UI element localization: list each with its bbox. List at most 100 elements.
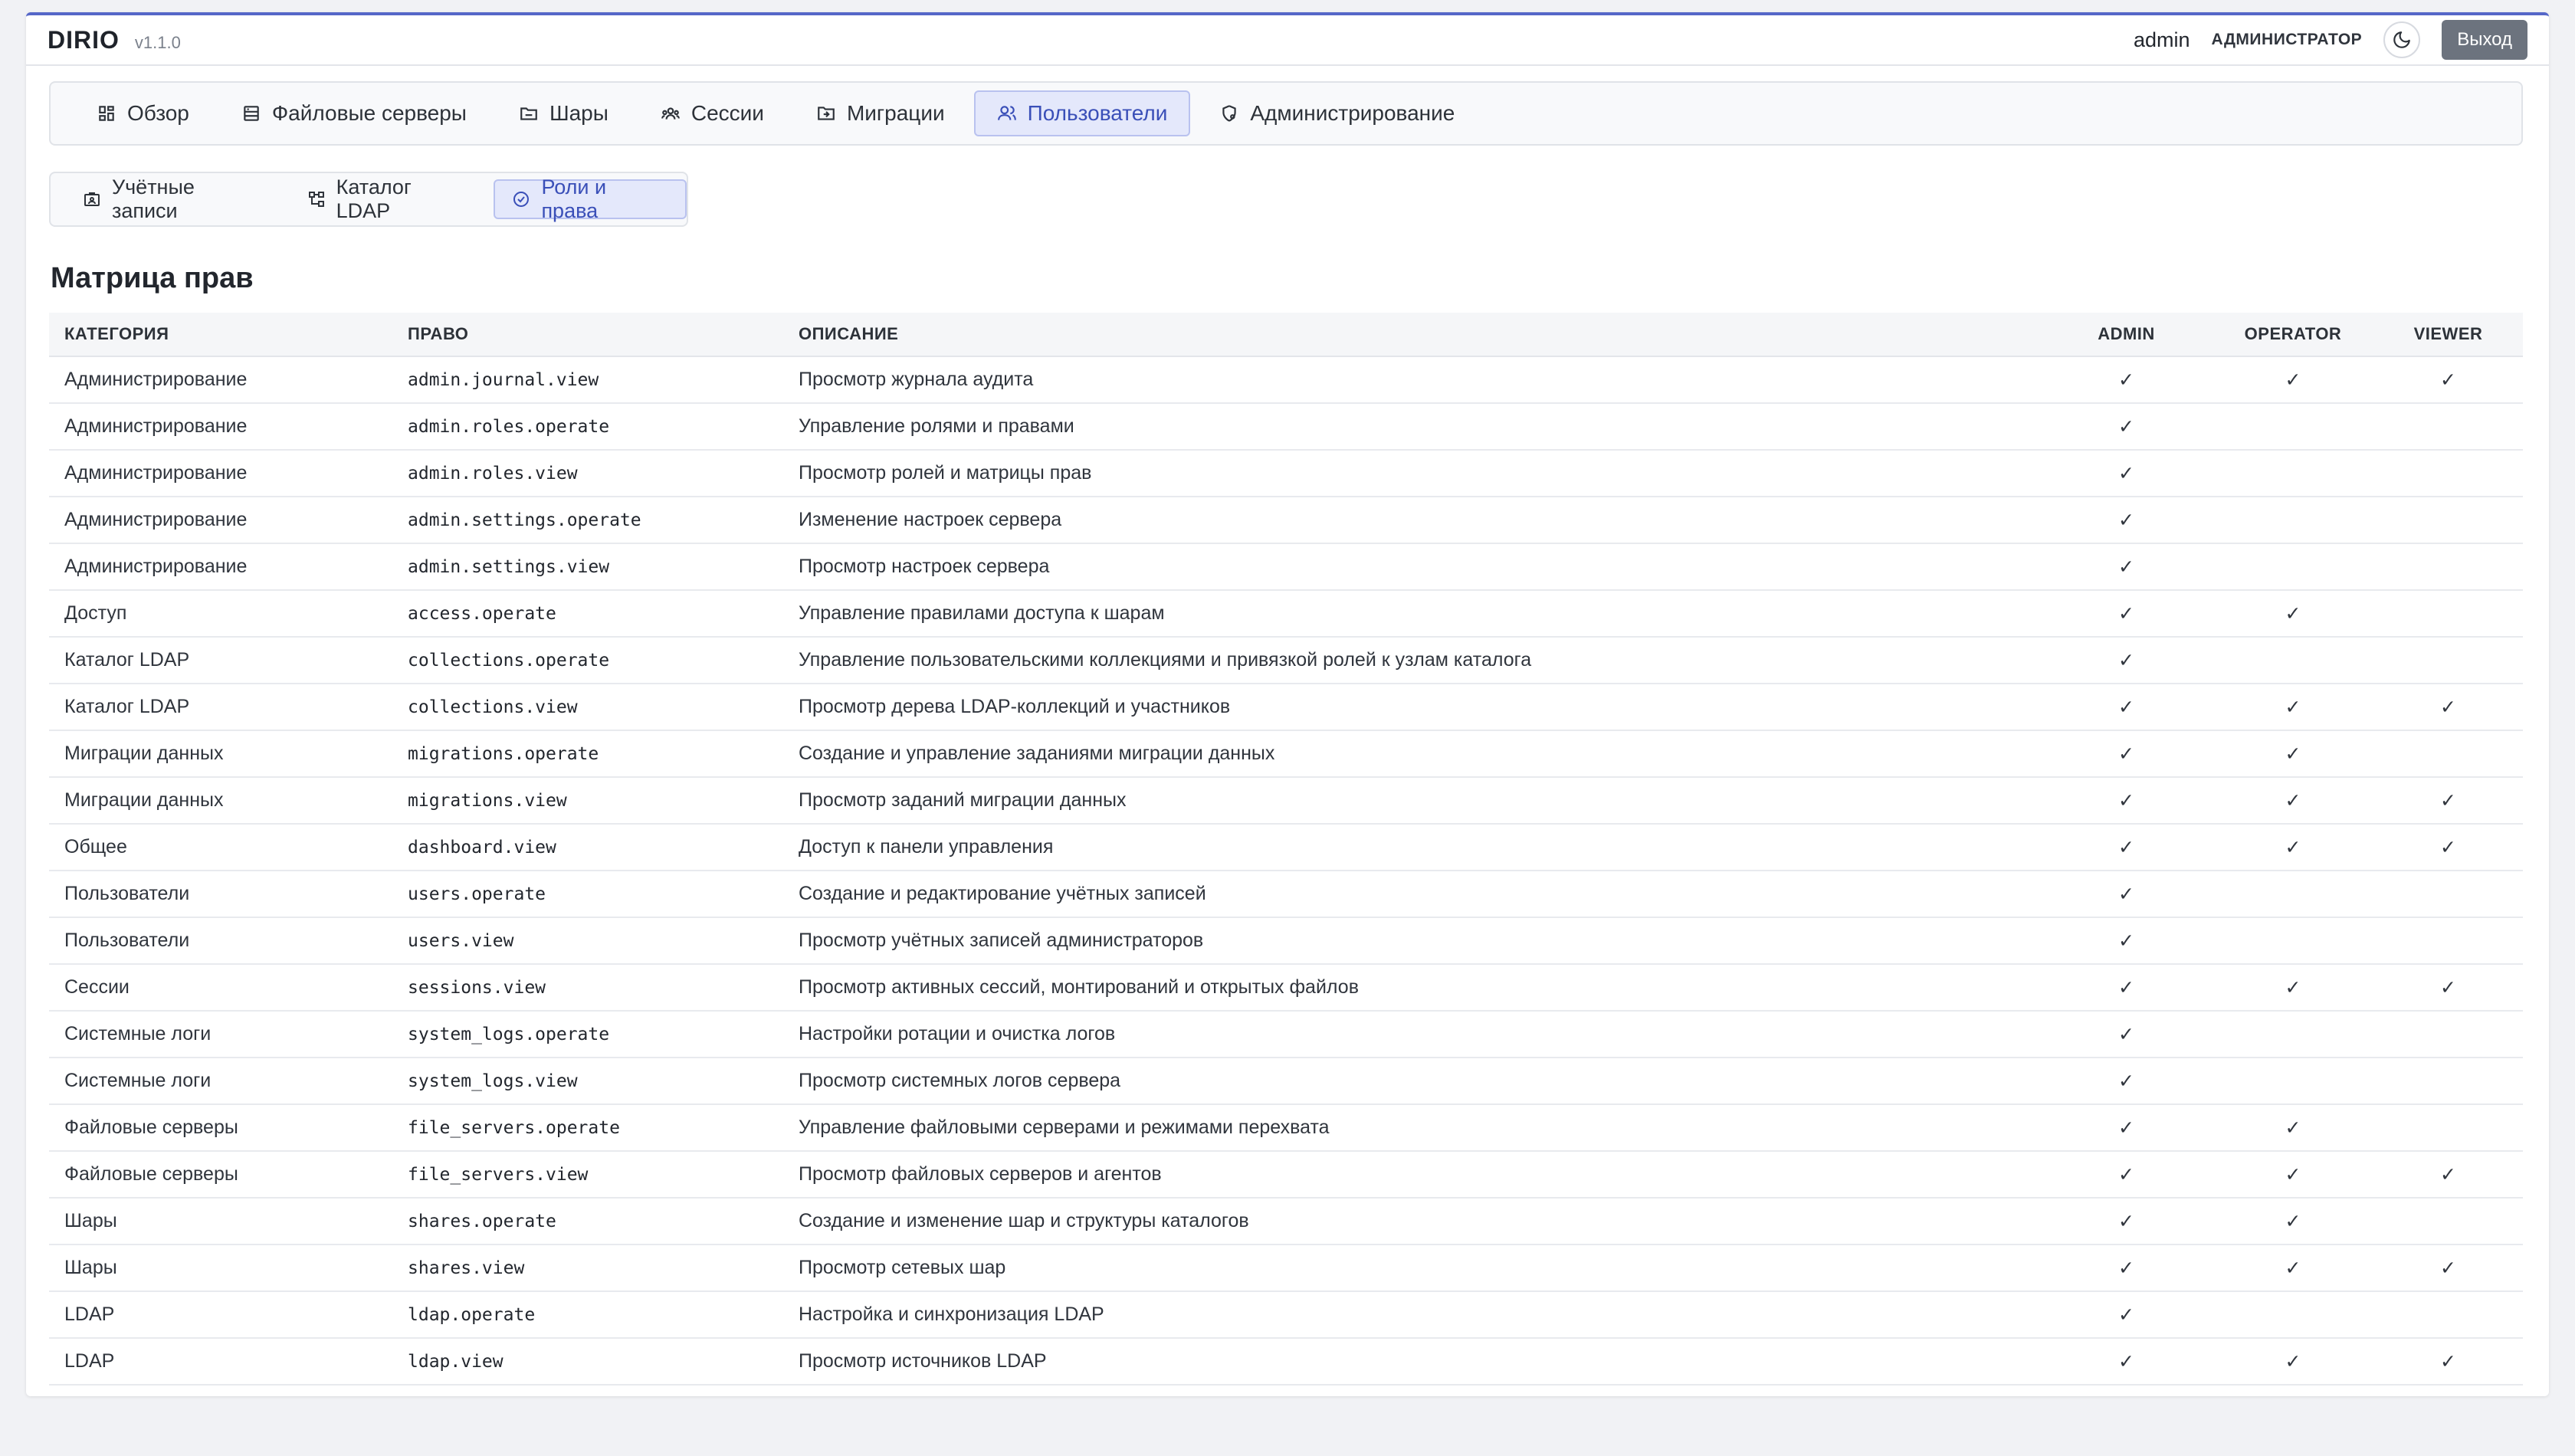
check-mark-icon: ✓	[2118, 509, 2134, 531]
viewer-permission-cell: ✓	[2373, 1338, 2523, 1385]
category-cell: Доступ	[49, 590, 392, 638]
description-cell: Управление ролями и правами	[783, 403, 2040, 451]
brand-name[interactable]: DIRIO	[48, 26, 120, 54]
category-cell: Миграции данных	[49, 730, 392, 778]
operator-permission-cell	[2213, 1058, 2373, 1105]
permission-cell: shares.operate	[392, 1198, 783, 1245]
subtab-roles[interactable]: Роли и права	[494, 175, 687, 222]
user-role-badge: АДМИНИСТРАТОР	[2211, 31, 2363, 48]
tab-sessions[interactable]: Сессии	[638, 90, 787, 136]
viewer-permission-cell: ✓	[2373, 1244, 2523, 1292]
check-mark-icon: ✓	[2118, 743, 2134, 765]
column-header-category: КАТЕГОРИЯ	[49, 313, 392, 357]
table-row: Шары shares.view Просмотр сетевых шар ✓ ✓ ✓	[49, 1244, 2523, 1292]
tab-label: Шары	[549, 101, 608, 125]
check-mark-icon: ✓	[2440, 1350, 2456, 1372]
check-mark-icon: ✓	[2440, 1257, 2456, 1279]
subtab-ldap-catalog[interactable]: Каталог LDAP	[289, 175, 490, 222]
admin-permission-cell: ✓	[2040, 1011, 2213, 1058]
check-mark-icon: ✓	[2285, 789, 2301, 812]
sub-nav: Учётные записи Каталог LDAP Роли и права	[49, 172, 688, 227]
check-mark-icon: ✓	[2285, 1210, 2301, 1232]
permission-cell: file_servers.view	[392, 1151, 783, 1199]
viewer-permission-cell	[2373, 637, 2523, 684]
viewer-permission-cell	[2373, 917, 2523, 965]
tab-migrations[interactable]: Миграции	[793, 90, 968, 136]
permission-cell: admin.roles.view	[392, 450, 783, 497]
permission-cell: sessions.view	[392, 964, 783, 1012]
category-cell: Шары	[49, 1244, 392, 1292]
check-mark-icon: ✓	[2285, 1257, 2301, 1279]
operator-permission-cell: ✓	[2213, 730, 2373, 778]
tab-file-servers[interactable]: Файловые серверы	[218, 90, 490, 136]
category-cell: Сессии	[49, 964, 392, 1012]
operator-permission-cell	[2213, 637, 2373, 684]
admin-permission-cell: ✓	[2040, 356, 2213, 404]
check-mark-icon: ✓	[2440, 696, 2456, 718]
description-cell: Настройки ротации и очистка логов	[783, 1011, 2040, 1058]
permission-cell: admin.settings.view	[392, 543, 783, 591]
description-cell: Управление правилами доступа к шарам	[783, 590, 2040, 638]
operator-permission-cell: ✓	[2213, 777, 2373, 825]
check-mark-icon: ✓	[2118, 883, 2134, 905]
table-row: Миграции данных migrations.operate Создани…	[49, 730, 2523, 778]
folder-icon	[520, 107, 537, 120]
admin-permission-cell: ✓	[2040, 1104, 2213, 1152]
tab-shares[interactable]: Шары	[496, 90, 631, 136]
check-mark-icon: ✓	[2285, 369, 2301, 391]
check-mark-icon: ✓	[2118, 649, 2134, 671]
operator-permission-cell: ✓	[2213, 824, 2373, 871]
subtab-accounts[interactable]: Учётные записи	[64, 175, 284, 222]
check-mark-icon: ✓	[2118, 1304, 2134, 1326]
description-cell: Изменение настроек сервера	[783, 497, 2040, 544]
viewer-permission-cell: ✓	[2373, 356, 2523, 404]
table-row: Сессии sessions.view Просмотр активных сес…	[49, 964, 2523, 1012]
tab-label: Файловые серверы	[271, 101, 467, 125]
column-header-viewer: VIEWER	[2373, 313, 2523, 357]
description-cell: Просмотр заданий миграции данных	[783, 777, 2040, 825]
table-row: Каталог LDAP collections.operate Управлени…	[49, 637, 2523, 684]
description-cell: Создание и редактирование учётных записе…	[783, 871, 2040, 918]
admin-permission-cell: ✓	[2040, 1058, 2213, 1105]
category-cell: Каталог LDAP	[49, 684, 392, 731]
check-mark-icon: ✓	[2118, 930, 2134, 952]
operator-permission-cell: ✓	[2213, 1338, 2373, 1385]
tab-overview[interactable]: Обзор	[74, 90, 212, 136]
table-row: Файловые серверы file_servers.operate Упра…	[49, 1104, 2523, 1152]
dashboard-icon	[99, 106, 114, 121]
viewer-permission-cell: ✓	[2373, 684, 2523, 731]
viewer-permission-cell: ✓	[2373, 964, 2523, 1012]
category-cell: LDAP	[49, 1291, 392, 1339]
check-mark-icon: ✓	[2118, 556, 2134, 578]
check-mark-icon: ✓	[2285, 976, 2301, 999]
permission-cell: file_servers.operate	[392, 1104, 783, 1152]
description-cell: Просмотр ролей и матрицы прав	[783, 450, 2040, 497]
description-cell: Просмотр активных сессий, монтирований и…	[783, 964, 2040, 1012]
check-mark-icon: ✓	[2440, 369, 2456, 391]
operator-permission-cell	[2213, 450, 2373, 497]
description-cell: Просмотр дерева LDAP-коллекций и участни…	[783, 684, 2040, 731]
operator-permission-cell: ✓	[2213, 1104, 2373, 1152]
category-cell: Администрирование	[49, 543, 392, 591]
brand: DIRIO v1.1.0	[48, 26, 181, 54]
check-mark-icon: ✓	[2118, 789, 2134, 812]
permission-cell: users.operate	[392, 871, 783, 918]
check-mark-icon: ✓	[2118, 1070, 2134, 1092]
table-header-row: КАТЕГОРИЯ ПРАВО ОПИСАНИЕ ADMIN OPERATOR …	[49, 313, 2523, 357]
category-cell: Администрирование	[49, 356, 392, 404]
description-cell: Просмотр учётных записей администраторов	[783, 917, 2040, 965]
description-cell: Создание и управление заданиями миграции…	[783, 730, 2040, 778]
id-card-icon	[84, 192, 100, 206]
logout-button[interactable]: Выход	[2442, 20, 2527, 60]
operator-permission-cell	[2213, 403, 2373, 451]
theme-toggle-button[interactable]	[2383, 21, 2421, 58]
check-mark-icon: ✓	[2118, 836, 2134, 858]
check-mark-icon: ✓	[2118, 369, 2134, 391]
users-icon	[997, 106, 1016, 120]
tab-administration[interactable]: Администрирование	[1196, 90, 1478, 136]
admin-permission-cell: ✓	[2040, 1244, 2213, 1292]
viewer-permission-cell	[2373, 450, 2523, 497]
tab-users[interactable]: Пользователи	[973, 90, 1191, 136]
permission-cell: system_logs.view	[392, 1058, 783, 1105]
column-header-permission: ПРАВО	[392, 313, 783, 357]
